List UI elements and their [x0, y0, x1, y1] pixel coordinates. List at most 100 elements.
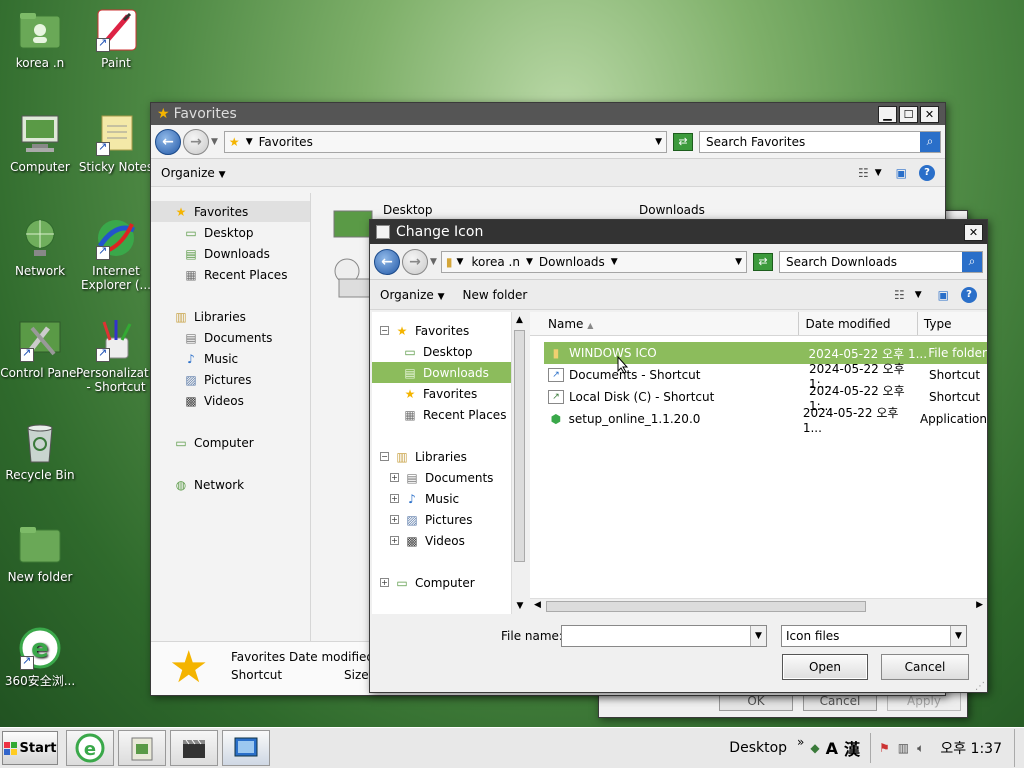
expand-icon[interactable]: +	[390, 473, 399, 482]
nav-item-videos[interactable]: ▩ Videos	[151, 390, 310, 411]
desktop-icon-new-folder[interactable]: New folder	[0, 522, 80, 584]
view-options-icon[interactable]: ☷	[858, 166, 869, 180]
nav-item-music[interactable]: + ♪ Music	[372, 488, 526, 509]
organize-button[interactable]: Organize ▼	[161, 166, 226, 180]
ime-mode-a[interactable]: A	[826, 739, 838, 758]
scroll-thumb[interactable]	[514, 330, 525, 562]
nav-item-libraries[interactable]: ▥ Libraries	[151, 306, 310, 327]
expand-icon[interactable]: +	[390, 515, 399, 524]
nav-item-documents[interactable]: ▤ Documents	[151, 327, 310, 348]
address-field[interactable]: ▮ ▼ korea .n ▼ Downloads ▼ ▼	[440, 250, 747, 273]
scroll-up-icon[interactable]: ▲	[512, 312, 527, 328]
file-name-input[interactable]: ▼	[561, 625, 767, 647]
volume-muted-icon[interactable]: 🔈︎	[917, 741, 924, 756]
chevron-down-icon[interactable]: ▼	[950, 626, 966, 646]
chevron-down-icon[interactable]: ▼	[750, 626, 766, 646]
nav-item-downloads[interactable]: ▤ Downloads	[372, 362, 526, 383]
scroll-left-icon[interactable]: ◀	[534, 600, 541, 610]
nav-item-recent-places[interactable]: ▦ Recent Places	[151, 264, 310, 285]
file-row[interactable]: ↗ Local Disk (C) - Shortcut 2024-05-22 오…	[544, 384, 987, 413]
column-date[interactable]: Date modified	[799, 312, 918, 335]
search-input[interactable]: Search Downloads ⌕	[779, 250, 983, 273]
desktop-icon-control-panel[interactable]: Control Panel	[0, 318, 80, 380]
nav-item-recent-places[interactable]: ▦ Recent Places	[372, 404, 526, 425]
resize-grip-icon[interactable]: ⋰	[975, 681, 985, 692]
show-desktop-button[interactable]	[1014, 729, 1024, 767]
help-icon[interactable]: ?	[961, 286, 977, 303]
nav-item-libraries[interactable]: − ▥ Libraries	[372, 446, 526, 467]
search-icon[interactable]: ⌕	[962, 251, 982, 272]
action-center-flag-icon[interactable]: ⚑	[879, 741, 890, 755]
nav-item-favorites-sub[interactable]: ★ Favorites	[372, 383, 526, 404]
desktop-icon-recycle-bin[interactable]: Recycle Bin	[0, 420, 80, 482]
file-row[interactable]: ⬢ setup_online_1.1.20.0 2024-05-22 오후 1.…	[544, 406, 987, 435]
column-type[interactable]: Type	[918, 312, 987, 335]
breadcrumb-separator-icon[interactable]: ▼	[526, 257, 533, 267]
search-icon[interactable]: ⌕	[920, 131, 940, 152]
recent-pages-chevron-icon[interactable]: ▼	[211, 137, 218, 147]
chevron-down-icon[interactable]: ▼	[875, 168, 882, 178]
ime-mode-hanja[interactable]: 漢	[844, 736, 860, 760]
nav-item-documents[interactable]: + ▤ Documents	[372, 467, 526, 488]
nav-item-network[interactable]: ◍ Network	[151, 474, 310, 495]
preview-pane-icon[interactable]: ▣	[896, 166, 907, 180]
desktop-icon-personalization[interactable]: Personalizat... - Shortcut	[76, 318, 160, 394]
horizontal-scrollbar[interactable]: ◀ ▶	[530, 598, 987, 614]
refresh-button[interactable]: ⇄	[673, 132, 693, 151]
chevron-down-icon[interactable]: ▼	[915, 290, 922, 300]
nav-item-videos[interactable]: + ▩ Videos	[372, 530, 526, 551]
nav-item-desktop[interactable]: ▭ Desktop	[372, 341, 526, 362]
desktop-toolbar-label[interactable]: Desktop	[729, 740, 787, 756]
desktop-icon-korea[interactable]: korea .n	[0, 8, 80, 70]
desktop-icon-computer[interactable]: Computer	[0, 112, 80, 174]
cancel-button[interactable]: Cancel	[881, 654, 969, 680]
taskbar-app-360-browser[interactable]: e	[66, 730, 114, 766]
expand-icon[interactable]: +	[390, 536, 399, 545]
breadcrumb-separator-icon[interactable]: ▼	[611, 257, 618, 267]
start-button[interactable]: Start	[2, 731, 58, 765]
address-field[interactable]: ★ ▼ Favorites ▼	[223, 130, 667, 153]
desktop-icon-sticky-notes[interactable]: Sticky Notes	[76, 112, 156, 174]
nav-item-computer[interactable]: + ▭ Computer	[372, 572, 526, 593]
network-tray-icon[interactable]: ▥	[898, 741, 909, 755]
chevron-down-icon[interactable]: ▼	[735, 257, 742, 267]
scroll-down-icon[interactable]: ▼	[512, 598, 528, 614]
refresh-button[interactable]: ⇄	[753, 252, 773, 271]
forward-button[interactable]: →	[402, 248, 428, 275]
clock[interactable]: 오후 1:37	[940, 738, 1002, 758]
expand-icon[interactable]: +	[390, 494, 399, 503]
nav-item-favorites[interactable]: − ★ Favorites	[372, 320, 526, 341]
desktop-icon-internet-explorer[interactable]: Internet Explorer (...	[76, 216, 156, 292]
file-type-select[interactable]: Icon files ▼	[781, 625, 967, 647]
breadcrumb-korea[interactable]: korea .n	[471, 255, 520, 269]
toolbar-expand-icon[interactable]: »	[797, 735, 804, 749]
minimize-button[interactable]: ▁	[878, 105, 897, 123]
preview-pane-icon[interactable]: ▣	[938, 288, 949, 302]
scroll-right-icon[interactable]: ▶	[976, 600, 983, 610]
desktop-icon-paint[interactable]: Paint	[76, 8, 156, 70]
item-recent-places[interactable]	[333, 257, 373, 301]
view-options-icon[interactable]: ☷	[894, 288, 905, 302]
close-button[interactable]: ✕	[964, 223, 983, 241]
new-folder-button[interactable]: New folder	[463, 288, 528, 302]
taskbar-app-media[interactable]	[170, 730, 218, 766]
nav-item-pictures[interactable]: + ▨ Pictures	[372, 509, 526, 530]
collapse-icon[interactable]: −	[380, 452, 389, 461]
nav-item-favorites[interactable]: ★ Favorites	[151, 201, 310, 222]
expand-icon[interactable]: +	[380, 578, 389, 587]
nav-item-music[interactable]: ♪ Music	[151, 348, 310, 369]
taskbar-app-explorer[interactable]	[118, 730, 166, 766]
back-button[interactable]: ←	[155, 128, 181, 155]
column-name[interactable]: Name ▲	[530, 312, 800, 335]
open-button[interactable]: Open	[782, 654, 868, 680]
collapse-icon[interactable]: −	[380, 326, 389, 335]
scroll-thumb[interactable]	[546, 601, 866, 612]
forward-button[interactable]: →	[183, 128, 209, 155]
help-icon[interactable]: ?	[919, 164, 935, 181]
close-button[interactable]: ✕	[920, 105, 939, 123]
desktop-icon-360[interactable]: e 360安全浏...	[0, 626, 80, 688]
breadcrumb-downloads[interactable]: Downloads	[539, 255, 605, 269]
language-bar-icon[interactable]: ◆	[810, 741, 819, 755]
search-input[interactable]: Search Favorites ⌕	[699, 130, 941, 153]
taskbar-app-control-panel[interactable]	[222, 730, 270, 766]
